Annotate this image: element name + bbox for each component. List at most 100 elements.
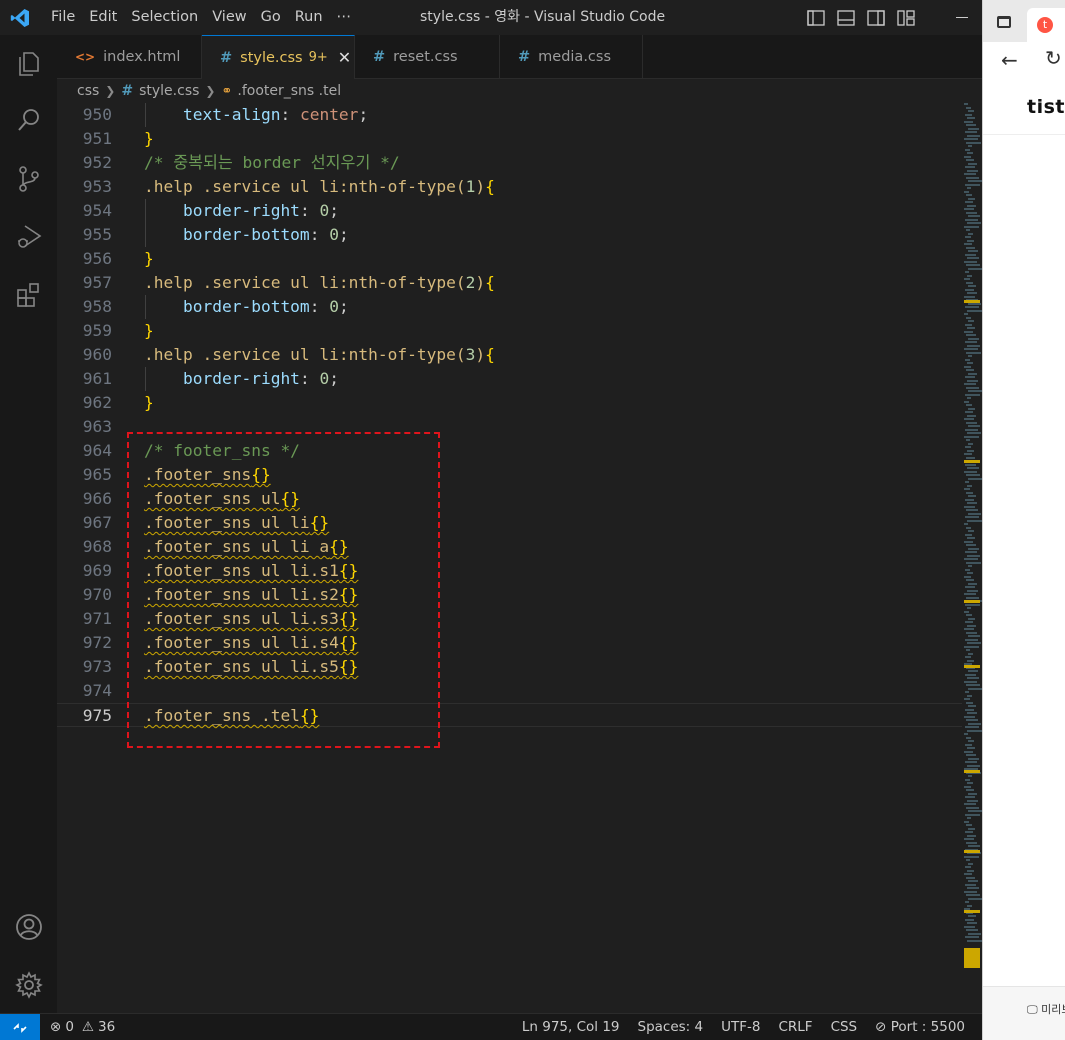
toggle-secondary-sidebar-icon[interactable] xyxy=(866,8,886,28)
tab-reset-css[interactable]: # reset.css xyxy=(355,35,500,79)
search-icon[interactable] xyxy=(13,104,45,136)
tistory-logo[interactable]: tisto xyxy=(1027,96,1065,118)
customize-layout-icon[interactable] xyxy=(896,8,916,28)
title-bar: File Edit Selection View Go Run ⋯ style.css - … xyxy=(0,0,982,35)
source-control-icon[interactable] xyxy=(13,163,45,195)
tab-media-css[interactable]: # media.css xyxy=(500,35,643,79)
tab-actions-icon[interactable] xyxy=(997,16,1011,28)
language-mode[interactable]: CSS xyxy=(822,1014,867,1040)
browser-nav-bar: ← ↻ xyxy=(983,42,1065,78)
toggle-primary-sidebar-icon[interactable] xyxy=(806,8,826,28)
tab-style-css[interactable]: # style.css 9+ ✕ xyxy=(202,35,355,79)
tab-label: media.css xyxy=(538,49,612,65)
code-line[interactable]: 974 xyxy=(57,679,962,703)
browser-tab[interactable]: t xyxy=(1027,8,1065,42)
preview-button[interactable]: 🖵 미리보 xyxy=(1027,1001,1065,1017)
code-line[interactable]: 953 .help .service ul li:nth-of-type(1){ xyxy=(57,175,962,199)
code-line[interactable]: 968 .footer_sns ul li a{} xyxy=(57,535,962,559)
code-line[interactable]: 965 .footer_sns{} xyxy=(57,463,962,487)
minimap-line xyxy=(967,169,978,172)
back-arrow-icon[interactable]: ← xyxy=(1001,48,1018,72)
code-line[interactable]: 966 .footer_sns ul{} xyxy=(57,487,962,511)
code-token: 0 xyxy=(329,225,339,244)
code-line[interactable]: 973 .footer_sns ul li.s5{} xyxy=(57,655,962,679)
minimap[interactable] xyxy=(962,103,982,1013)
encoding[interactable]: UTF-8 xyxy=(712,1014,769,1040)
line-number: 961 xyxy=(82,369,112,388)
minimap-line xyxy=(965,271,969,273)
end-of-line[interactable]: CRLF xyxy=(769,1014,821,1040)
minimap-scroll-thumb[interactable] xyxy=(964,948,980,968)
minimap-line xyxy=(965,218,978,221)
css-file-icon: # xyxy=(121,83,134,99)
indentation[interactable]: Spaces: 4 xyxy=(629,1014,713,1040)
menu-item[interactable]: View xyxy=(205,0,253,35)
minimap-line xyxy=(968,530,974,532)
menu-item[interactable]: Run xyxy=(288,0,330,35)
code-text: .footer_sns ul{} xyxy=(144,487,300,511)
minimap-line xyxy=(967,467,979,469)
breadcrumb-symbol[interactable]: .footer_sns .tel xyxy=(237,83,341,99)
breadcrumb-file[interactable]: style.css xyxy=(139,83,199,99)
vscode-logo-icon[interactable] xyxy=(0,0,40,35)
minimap-line xyxy=(965,201,973,203)
minimap-line xyxy=(966,491,973,494)
code-line[interactable]: 951} xyxy=(57,127,962,151)
menu-item[interactable]: ⋯ xyxy=(330,0,359,35)
settings-gear-icon[interactable] xyxy=(13,969,45,1001)
code-line[interactable]: 972 .footer_sns ul li.s4{} xyxy=(57,631,962,655)
code-line[interactable]: 950 text-align: center; xyxy=(57,103,962,127)
minimap-line xyxy=(964,733,968,735)
menu-item[interactable]: Selection xyxy=(124,0,205,35)
menu-item[interactable]: File xyxy=(40,0,82,35)
menu-item[interactable]: Go xyxy=(254,0,288,35)
code-line[interactable]: 964 /* footer_sns */ xyxy=(57,439,962,463)
line-number: 973 xyxy=(82,657,112,676)
code-line[interactable]: 967 .footer_sns ul li{} xyxy=(57,511,962,535)
minimap-line xyxy=(967,887,979,889)
code-line[interactable]: 957 .help .service ul li:nth-of-type(2){ xyxy=(57,271,962,295)
code-editor[interactable]: 950 text-align: center; 951} 952/* 중복되는 bo… xyxy=(57,103,962,1013)
code-line[interactable]: 969 .footer_sns ul li.s1{} xyxy=(57,559,962,583)
menu-item[interactable]: Edit xyxy=(82,0,124,35)
code-line[interactable]: 958 border-bottom: 0; xyxy=(57,295,962,319)
minimap-line xyxy=(965,621,973,623)
cursor-position[interactable]: Ln 975, Col 19 xyxy=(513,1014,629,1040)
code-line[interactable]: 960 .help .service ul li:nth-of-type(3){ xyxy=(57,343,962,367)
remote-indicator-icon[interactable] xyxy=(0,1014,40,1040)
problems-indicator[interactable]: ⊗ 0 ⚠ 36 xyxy=(50,1014,115,1040)
run-and-debug-icon[interactable] xyxy=(13,221,45,253)
line-number: 964 xyxy=(82,441,112,460)
minimap-line xyxy=(967,239,974,242)
accounts-icon[interactable] xyxy=(13,911,45,943)
live-server-port[interactable]: ⊘ Port : 5500 xyxy=(866,1014,974,1040)
code-line[interactable]: 970 .footer_sns ul li.s2{} xyxy=(57,583,962,607)
explorer-icon[interactable] xyxy=(13,47,45,79)
code-line[interactable]: 975 .footer_sns .tel{} xyxy=(57,703,962,727)
code-line[interactable]: 962} xyxy=(57,391,962,415)
extensions-icon[interactable] xyxy=(13,279,45,311)
tab-index-html[interactable]: <> index.html xyxy=(57,35,202,79)
minimap-line xyxy=(968,250,978,252)
code-line[interactable]: 963 xyxy=(57,415,962,439)
code-line[interactable]: 952 /* 중복되는 border 선지우기 */ xyxy=(57,151,962,175)
code-token: ; xyxy=(329,201,339,220)
minimap-line xyxy=(965,148,970,151)
close-icon[interactable]: ✕ xyxy=(338,48,351,67)
reload-icon[interactable]: ↻ xyxy=(1045,46,1062,70)
code-line[interactable]: 954 border-right: 0; xyxy=(57,199,962,223)
breadcrumb-folder[interactable]: css xyxy=(77,83,99,99)
minimap-line xyxy=(966,369,974,371)
minimap-line xyxy=(966,439,970,441)
minimap-line xyxy=(966,614,972,616)
toggle-panel-icon[interactable] xyxy=(836,8,856,28)
code-line[interactable]: 955 border-bottom: 0; xyxy=(57,223,962,247)
code-line[interactable]: 956} xyxy=(57,247,962,271)
code-line[interactable]: 961 border-right: 0; xyxy=(57,367,962,391)
minimap-line xyxy=(967,344,980,347)
code-line[interactable]: 971 .footer_sns ul li.s3{} xyxy=(57,607,962,631)
minimap-line xyxy=(968,390,982,392)
code-line[interactable]: 959} xyxy=(57,319,962,343)
minimap-line xyxy=(968,512,981,515)
minimize-icon[interactable] xyxy=(956,17,968,18)
